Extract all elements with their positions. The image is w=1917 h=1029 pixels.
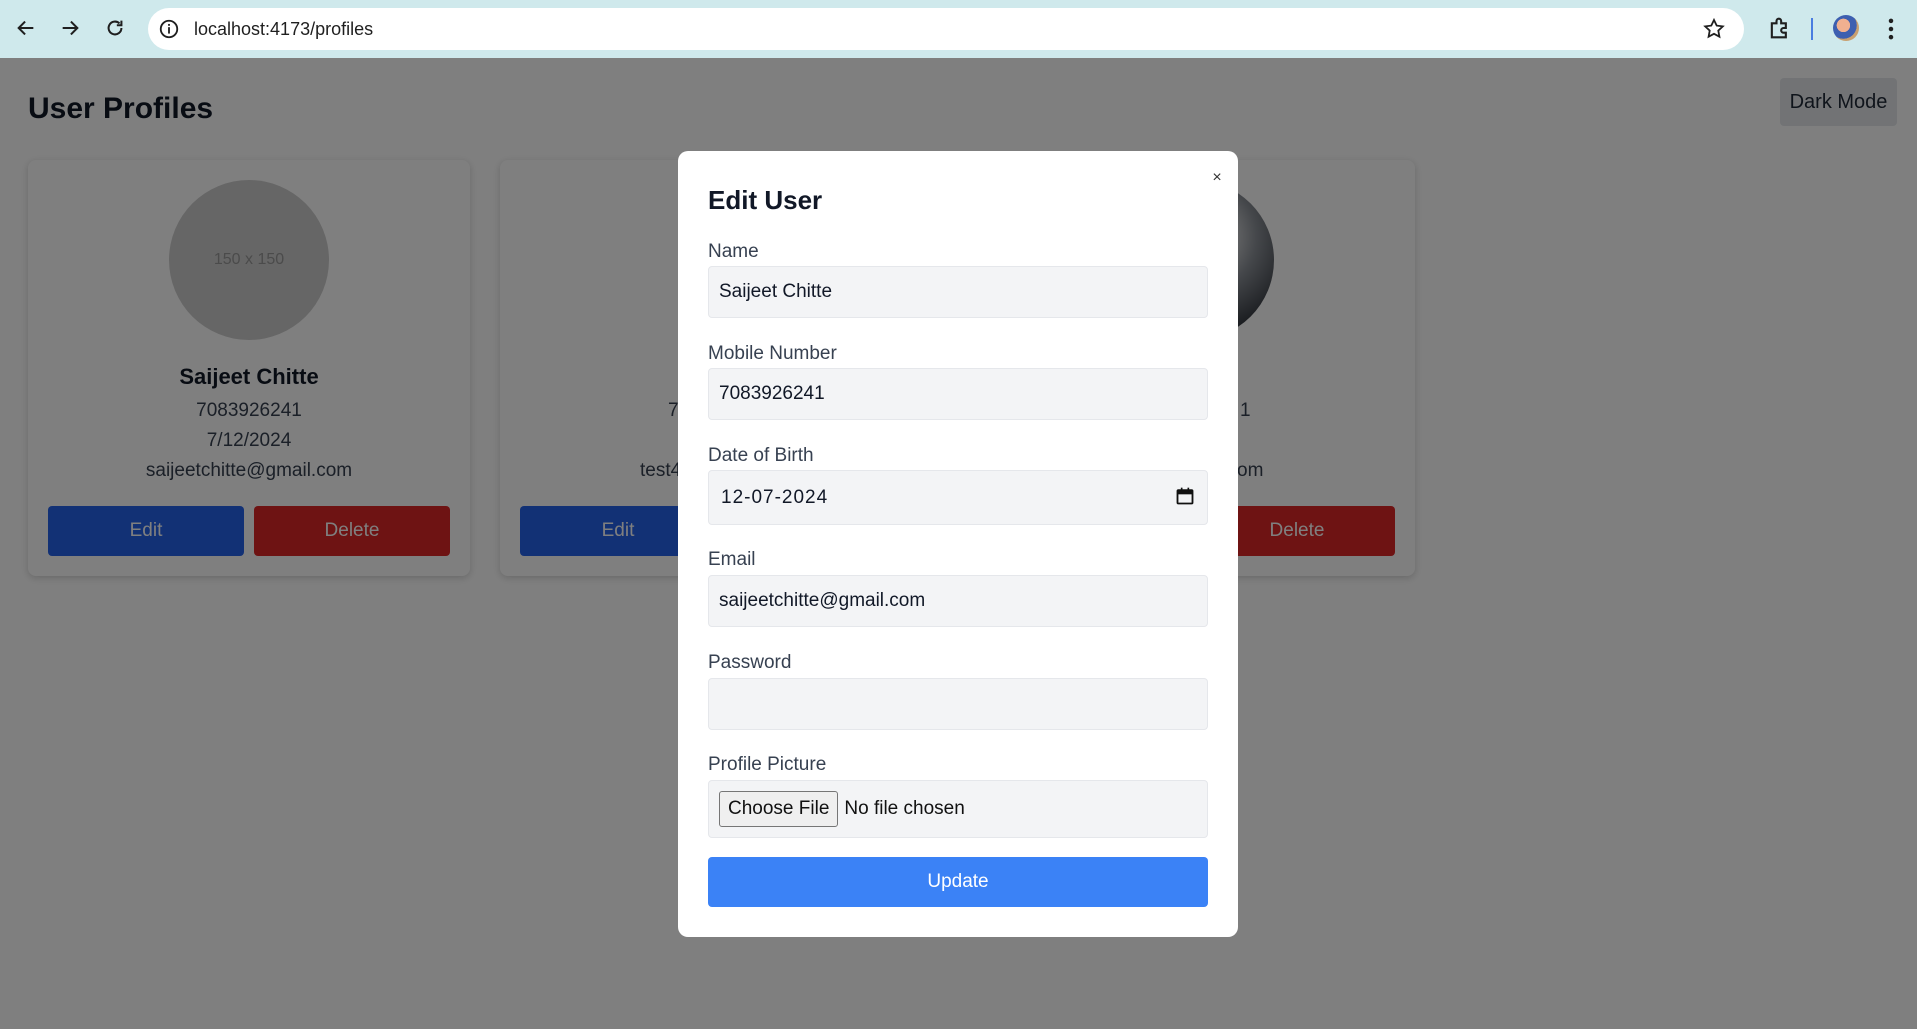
kebab-menu-icon[interactable] xyxy=(1876,14,1906,44)
edit-user-modal: × Edit User Name Saijeet Chitte Mobile N… xyxy=(678,151,1238,937)
dob-input[interactable]: 12-07-2024 xyxy=(708,470,1208,525)
name-label: Name xyxy=(708,241,759,262)
password-label: Password xyxy=(708,652,792,673)
url-text[interactable]: localhost:4173/profiles xyxy=(194,19,373,40)
browser-toolbar: localhost:4173/profiles xyxy=(0,0,1917,58)
file-status: No file chosen xyxy=(844,798,965,819)
email-input[interactable]: saijeetchitte@gmail.com xyxy=(708,575,1208,627)
address-bar[interactable]: localhost:4173/profiles xyxy=(148,8,1744,50)
close-icon[interactable]: × xyxy=(1206,167,1228,189)
update-button[interactable]: Update xyxy=(708,857,1208,907)
choose-file-button[interactable]: Choose File xyxy=(719,791,839,827)
mobile-label: Mobile Number xyxy=(708,343,837,364)
profile-picture-label: Profile Picture xyxy=(708,754,827,775)
dob-value: 12-07-2024 xyxy=(721,486,829,508)
reload-icon[interactable] xyxy=(100,13,130,43)
name-input[interactable]: Saijeet Chitte xyxy=(708,266,1208,318)
extensions-icon[interactable] xyxy=(1766,14,1794,42)
calendar-icon[interactable] xyxy=(1175,486,1195,506)
mobile-input[interactable]: 7083926241 xyxy=(708,368,1208,420)
toolbar-separator xyxy=(1811,18,1813,40)
back-icon[interactable] xyxy=(11,13,41,43)
email-label: Email xyxy=(708,549,756,570)
password-input[interactable] xyxy=(708,678,1208,730)
modal-title: Edit User xyxy=(708,185,823,215)
profile-picture-input: Choose File No file chosen xyxy=(708,780,1208,838)
site-info-icon[interactable] xyxy=(158,18,180,40)
profile-avatar[interactable] xyxy=(1833,15,1859,41)
dob-label: Date of Birth xyxy=(708,445,814,466)
forward-icon[interactable] xyxy=(55,13,85,43)
bookmark-star-icon[interactable] xyxy=(1702,17,1726,41)
